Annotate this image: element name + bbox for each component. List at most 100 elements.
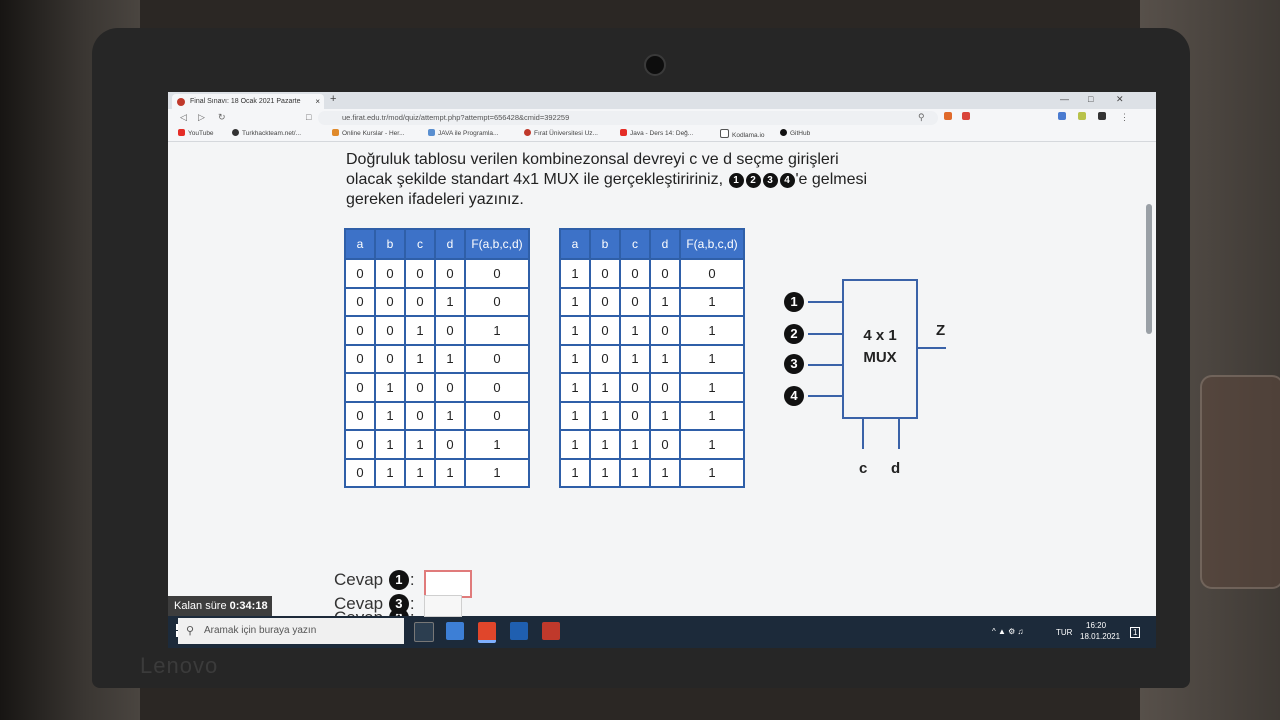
acrobat-icon[interactable] xyxy=(542,622,560,640)
clock-date[interactable]: 18.01.2021 xyxy=(1080,632,1120,641)
table-cell: 0 xyxy=(374,286,406,317)
table-row: 00000 xyxy=(344,258,530,289)
brave-browser-icon[interactable] xyxy=(478,622,496,643)
time-remaining: Kalan süre 0:34:18 xyxy=(168,596,272,616)
kodlama-icon xyxy=(720,129,729,138)
translate-extension-icon[interactable] xyxy=(1058,112,1066,120)
table-cell: 1 xyxy=(559,372,591,403)
table-cell: 1 xyxy=(679,343,745,374)
table-cell: 1 xyxy=(464,429,530,460)
table-cell: 0 xyxy=(589,258,621,289)
table-cell: 0 xyxy=(344,343,376,374)
page-scrollbar[interactable] xyxy=(1146,204,1152,334)
forward-icon[interactable]: ▷ xyxy=(198,112,205,123)
table-cell: 1 xyxy=(374,372,406,403)
table-cell: 1 xyxy=(434,400,466,431)
table-cell: 0 xyxy=(619,258,651,289)
window-close-icon[interactable]: ✕ xyxy=(1116,94,1124,105)
bookmark-turkhackteam[interactable]: Turkhackteam.net/... xyxy=(232,129,301,137)
extension-icon[interactable] xyxy=(1078,112,1086,120)
table-header-cell: b xyxy=(589,228,621,260)
bookmark-icon[interactable]: □ xyxy=(306,112,311,122)
bookmark-kodlama[interactable]: Kodlama.io xyxy=(720,129,765,139)
clock-time[interactable]: 16:20 xyxy=(1086,621,1106,630)
brave-rewards-icon[interactable] xyxy=(962,112,970,120)
table-cell: 0 xyxy=(464,286,530,317)
minimize-icon[interactable]: — xyxy=(1060,94,1069,104)
mux-input-1: 1 xyxy=(784,292,804,312)
tray-icons[interactable]: ^ ▲ ⚙ ♫ xyxy=(992,627,1024,636)
table-cell: 0 xyxy=(649,372,681,403)
notification-icon[interactable]: 1 xyxy=(1130,627,1141,638)
table-header-cell: b xyxy=(374,228,406,260)
bookmark-online-kurslar[interactable]: Online Kurslar - Her... xyxy=(332,129,405,137)
table-cell: 0 xyxy=(464,258,530,289)
table-cell: 1 xyxy=(619,457,651,488)
table-cell: 1 xyxy=(559,457,591,488)
question-line-1: Doğruluk tablosu verilen kombinezonsal d… xyxy=(346,151,839,168)
table-cell: 1 xyxy=(404,457,436,488)
photos-icon[interactable] xyxy=(510,622,528,640)
table-cell: 0 xyxy=(464,372,530,403)
laptop-brand: Lenovo xyxy=(140,653,219,678)
table-header-cell: c xyxy=(404,228,436,260)
mux-select-c-label: c xyxy=(859,460,868,477)
youtube-icon xyxy=(178,129,185,136)
table-row: 00101 xyxy=(344,315,530,346)
task-view-icon[interactable] xyxy=(414,622,434,642)
table-cell: 0 xyxy=(344,457,376,488)
browser-tab[interactable]: Final Sınavı: 18 Ocak 2021 Pazarte × xyxy=(172,94,324,109)
laptop-screen: Final Sınavı: 18 Ocak 2021 Pazarte × + —… xyxy=(168,92,1156,648)
brave-shield-icon[interactable] xyxy=(944,112,952,120)
menu-icon[interactable]: ⋮ xyxy=(1120,112,1129,123)
answer-marker-1: 1 xyxy=(388,570,409,590)
answer-input-3[interactable] xyxy=(424,595,462,617)
table-cell: 0 xyxy=(404,286,436,317)
table-cell: 0 xyxy=(344,429,376,460)
address-bar[interactable]: ue.firat.edu.tr/mod/quiz/attempt.php?att… xyxy=(318,111,938,125)
language-indicator[interactable]: TUR xyxy=(1056,628,1072,637)
extensions-puzzle-icon[interactable] xyxy=(1098,112,1106,120)
table-cell: 1 xyxy=(559,343,591,374)
table-cell: 0 xyxy=(434,429,466,460)
table-row: 10000 xyxy=(559,258,745,289)
mux-output-label: Z xyxy=(936,322,946,339)
marker-4: 4 xyxy=(779,173,795,188)
table-cell: 0 xyxy=(344,258,376,289)
table-cell: 1 xyxy=(589,400,621,431)
table-row: 11111 xyxy=(559,457,745,488)
zoom-icon[interactable]: ⚲ xyxy=(918,112,925,123)
table-cell: 0 xyxy=(649,315,681,346)
answer-input-1[interactable] xyxy=(424,570,472,598)
bookmark-java[interactable]: JAVA ile Programla... xyxy=(428,129,498,137)
table-cell: 1 xyxy=(589,429,621,460)
mail-icon[interactable] xyxy=(446,622,464,640)
mux-select-wire-d xyxy=(898,417,900,449)
table-cell: 1 xyxy=(559,258,591,289)
new-tab-button[interactable]: + xyxy=(330,93,336,105)
tab-close-icon[interactable]: × xyxy=(315,94,320,109)
reload-icon[interactable]: ↻ xyxy=(218,112,226,123)
table-cell: 0 xyxy=(374,258,406,289)
answer-row-1: Cevap 1: xyxy=(334,570,415,590)
table-cell: 1 xyxy=(559,429,591,460)
bookmark-java-ders[interactable]: Java - Ders 14: Değ... xyxy=(620,129,693,137)
maximize-icon[interactable]: □ xyxy=(1088,94,1093,104)
marker-2: 2 xyxy=(745,173,761,188)
bookmark-firat[interactable]: Fırat Üniversitesi Uz... xyxy=(524,129,598,137)
bookmark-youtube[interactable]: YouTube xyxy=(178,129,214,137)
taskbar-search[interactable]: ⚲ Aramak için buraya yazın xyxy=(178,618,404,644)
table-row: 00110 xyxy=(344,343,530,374)
table-cell: 1 xyxy=(434,457,466,488)
table-cell: 0 xyxy=(619,286,651,317)
table-cell: 1 xyxy=(679,457,745,488)
bookmark-github[interactable]: GitHub xyxy=(780,129,810,137)
turkhackteam-icon xyxy=(232,129,239,136)
table-header-cell: c xyxy=(619,228,651,260)
table-header-cell: d xyxy=(649,228,681,260)
back-icon[interactable]: ◁ xyxy=(180,112,187,123)
table-cell: 0 xyxy=(344,286,376,317)
table-cell: 0 xyxy=(434,315,466,346)
table-cell: 0 xyxy=(589,286,621,317)
table-cell: 1 xyxy=(464,457,530,488)
